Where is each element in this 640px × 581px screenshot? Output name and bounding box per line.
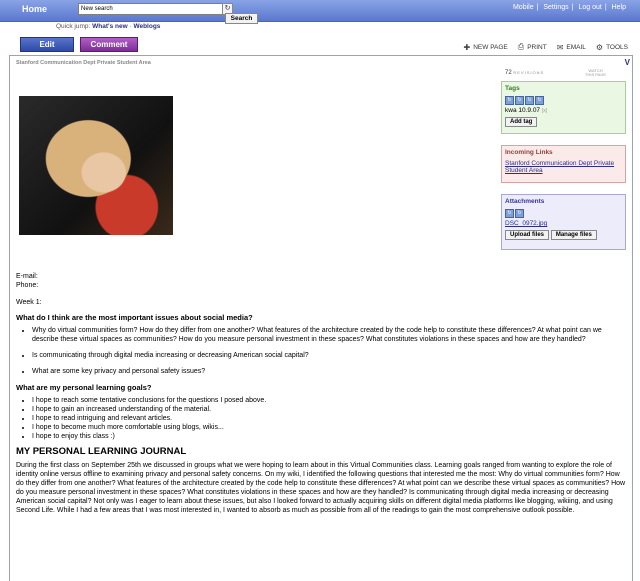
list-item: Is communicating through digital media i…	[32, 351, 626, 360]
revisions-count[interactable]: 72 REVISIONS	[505, 70, 544, 76]
week-label: Week 1:	[16, 299, 42, 306]
tags-title: Tags	[505, 85, 520, 92]
help-link[interactable]: Help	[612, 4, 626, 11]
new-page-action[interactable]: ✚ NEW PAGE	[464, 43, 508, 52]
account-links: Mobile | Settings | Log out | Help	[512, 4, 626, 11]
issues-list: Why do virtual communities form? How do …	[16, 326, 626, 376]
list-item: Why do virtual communities form? How do …	[32, 326, 626, 344]
quick-jump-separator: ·	[129, 23, 132, 30]
search-input[interactable]	[78, 3, 224, 15]
new-page-label: NEW PAGE	[473, 43, 508, 51]
attachments-panel: Attachments ↻ ↻ DSC_0972.jpg Upload file…	[501, 194, 626, 250]
tag-tool-icon[interactable]: ↻	[535, 96, 544, 105]
tag-tool-icon[interactable]: ↻	[505, 96, 514, 105]
incoming-link[interactable]: Stanford Communication Dept Private Stud…	[505, 160, 614, 174]
page-actions: ✚ NEW PAGE ⎙ PRINT ✉ EMAIL ⚙ TOOLS	[464, 42, 628, 52]
tag-tools: ↻ ↻ ↻ ↻	[505, 96, 622, 105]
goals-list: I hope to reach some tentative conclusio…	[16, 396, 626, 441]
tag-tool-icon[interactable]: ↻	[515, 96, 524, 105]
plus-icon: ✚	[463, 42, 471, 52]
goals-heading: What are my personal learning goals?	[16, 383, 152, 392]
weblogs-link[interactable]: Weblogs	[133, 23, 160, 30]
tags-panel: Tags ↻ ↻ ↻ ↻ kwa 10.9.07 [x] Add tag	[501, 81, 626, 134]
list-item: I hope to enjoy this class :)	[32, 432, 626, 441]
attachment-tool-icon[interactable]: ↻	[515, 209, 524, 218]
attachment-file-link[interactable]: DSC_0972.jpg	[505, 220, 547, 227]
tag-tool-icon[interactable]: ↻	[525, 96, 534, 105]
tag-entry: kwa 10.9.07 [x]	[505, 107, 622, 114]
phone-label: Phone:	[16, 282, 39, 289]
chevron-down-icon[interactable]: V	[625, 58, 630, 67]
email-action[interactable]: ✉ EMAIL	[557, 43, 586, 52]
watch-page-link[interactable]: WATCH THIS PAGE	[585, 69, 606, 77]
page-content: E-mail: Phone: Week 1: What do I think a…	[16, 272, 626, 515]
list-item: I hope to become much more comfortable u…	[32, 423, 626, 432]
mobile-link[interactable]: Mobile	[513, 4, 534, 11]
envelope-icon: ✉	[556, 42, 564, 52]
incoming-links-title: Incoming Links	[505, 149, 553, 156]
top-bar: Home ↻ Mobile| Settings| Log out| Help	[0, 0, 640, 22]
logout-link[interactable]: Log out	[578, 4, 601, 11]
edit-button[interactable]: Edit	[20, 37, 74, 52]
attachment-tool-icon[interactable]: ↻	[505, 209, 514, 218]
gear-icon: ⚙	[595, 42, 604, 52]
watch-label-2: THIS PAGE	[585, 72, 607, 77]
tools-action[interactable]: ⚙ TOOLS	[596, 43, 628, 52]
whats-new-link[interactable]: What's new	[92, 23, 128, 30]
comment-button[interactable]: Comment	[80, 37, 138, 52]
quick-jump: Quick jump: What's new · Weblogs	[56, 23, 160, 30]
email-label: EMAIL	[566, 43, 586, 51]
list-item: I hope to reach some tentative conclusio…	[32, 396, 626, 405]
upload-files-button[interactable]: Upload files	[505, 230, 550, 240]
home-link[interactable]: Home	[22, 4, 47, 14]
add-tag-button[interactable]: Add tag	[505, 117, 538, 127]
page-frame: Stanford Communication Dept Private Stud…	[9, 55, 633, 581]
email-label: E-mail:	[16, 273, 38, 280]
breadcrumb[interactable]: Stanford Communication Dept Private Stud…	[16, 60, 151, 66]
settings-link[interactable]: Settings	[543, 4, 568, 11]
tag-remove[interactable]: [x]	[542, 108, 547, 114]
search-button[interactable]: Search	[225, 13, 258, 24]
tag-label[interactable]: kwa 10.9.07	[505, 107, 540, 114]
incoming-links-panel: Incoming Links Stanford Communication De…	[501, 145, 626, 183]
issues-heading: What do I think are the most important i…	[16, 313, 253, 322]
list-item: What are some key privacy and personal s…	[32, 367, 626, 376]
manage-files-button[interactable]: Manage files	[550, 230, 597, 240]
print-action[interactable]: ⎙ PRINT	[518, 42, 547, 52]
journal-heading: MY PERSONAL LEARNING JOURNAL	[16, 446, 187, 457]
quick-jump-label: Quick jump:	[56, 23, 91, 30]
print-label: PRINT	[527, 43, 547, 51]
journal-paragraph: During the first class on September 25th…	[16, 462, 626, 514]
revisions-label: REVISIONS	[513, 70, 545, 75]
list-item: I hope to read intriguing and relevant a…	[32, 414, 626, 423]
tools-label: TOOLS	[606, 43, 628, 51]
attachment-tools: ↻ ↻	[505, 209, 622, 218]
profile-photo	[19, 96, 173, 235]
attachments-title: Attachments	[505, 198, 545, 205]
list-item: I hope to gain an increased understandin…	[32, 405, 626, 414]
revisions-number: 72	[505, 70, 512, 76]
printer-icon: ⎙	[517, 42, 525, 51]
